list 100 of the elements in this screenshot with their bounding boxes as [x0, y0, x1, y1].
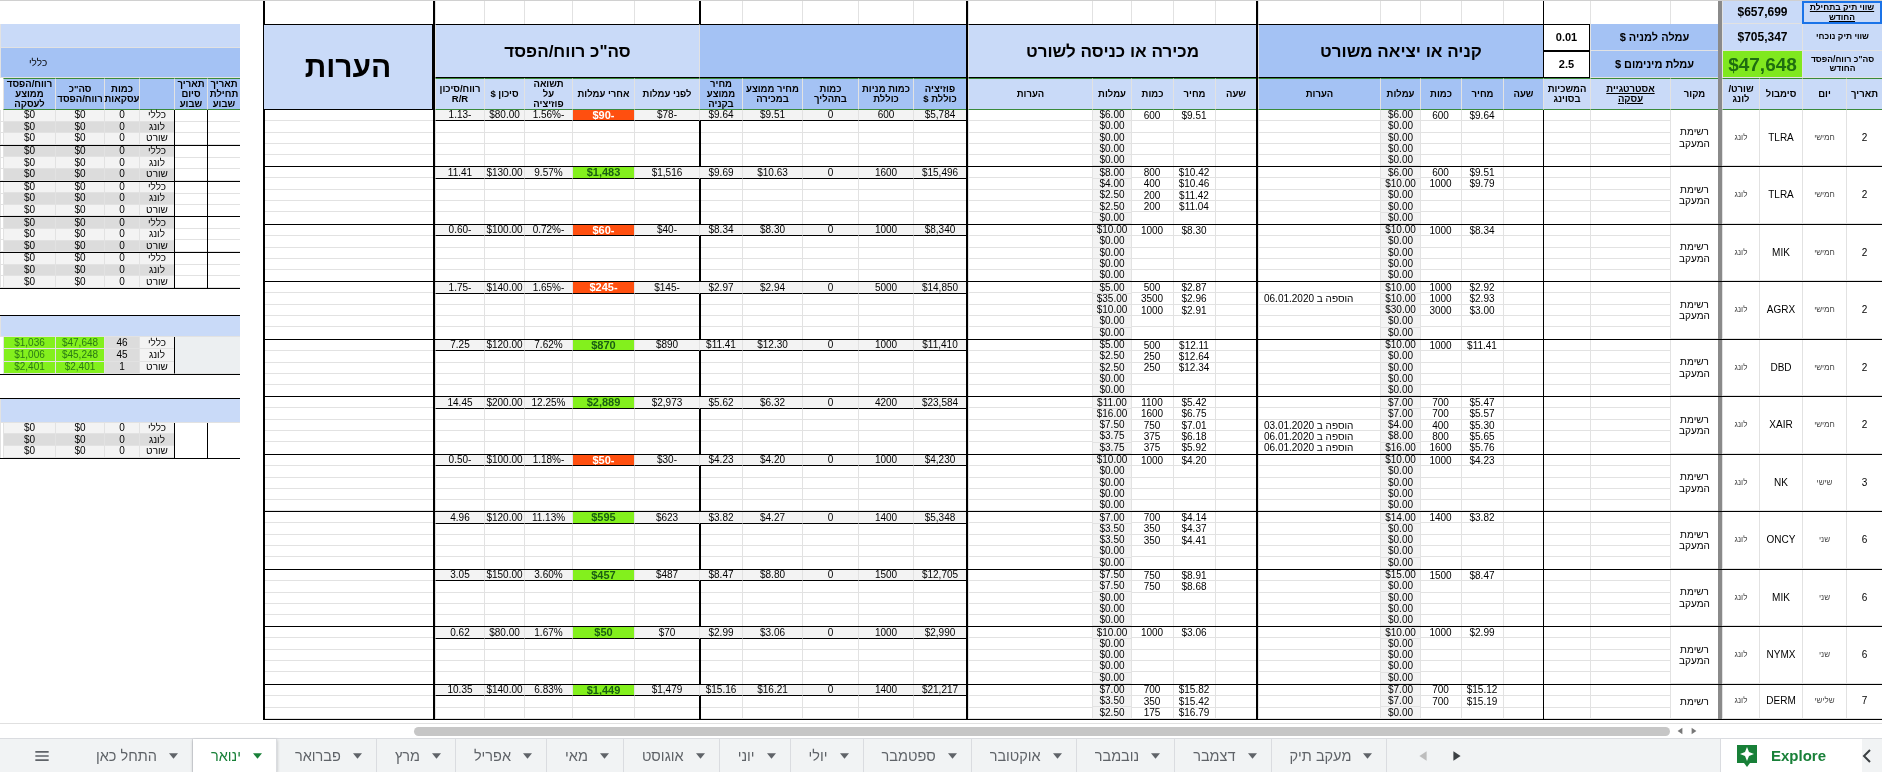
- table-cell-text: $4.14: [1180, 512, 1208, 524]
- sheet-tab[interactable]: ינואר: [192, 739, 277, 772]
- table-cell: $10.00: [1092, 305, 1131, 317]
- table-cell: $0.00: [1380, 201, 1420, 213]
- table-cell: 0: [802, 684, 858, 697]
- table-cell-text: $12.64: [1177, 351, 1211, 363]
- table-cell: $21,217: [913, 684, 966, 697]
- table-cell: 1400: [858, 684, 913, 697]
- sheet-tab[interactable]: נובמבר: [1076, 739, 1176, 772]
- chevron-left-icon[interactable]: [1862, 747, 1872, 764]
- sheet-tab[interactable]: מרץ: [376, 739, 456, 772]
- table-cell: $0.00: [1092, 638, 1131, 650]
- table-cell: $23,584: [913, 397, 966, 409]
- table-cell-text: $9.79: [1468, 178, 1496, 191]
- table-cell-text: 800: [1431, 431, 1450, 443]
- table-cell-text: 1500: [1428, 569, 1453, 582]
- sheet-tab[interactable]: אפריל: [455, 739, 548, 772]
- table-cell: $0.00: [1380, 362, 1420, 374]
- table-cell: 5000: [858, 282, 913, 294]
- scroll-right-icon[interactable]: [1690, 727, 1698, 736]
- table-cell-text: $5.47: [1468, 397, 1496, 409]
- table-cell: 0: [104, 157, 139, 169]
- table-cell: $0: [3, 145, 55, 158]
- table-cell: $0.00: [1092, 236, 1131, 248]
- table-cell-text: 700: [1431, 696, 1450, 708]
- sheet-tab[interactable]: ספטמבר: [863, 739, 972, 772]
- column-header: תאריך תחילת שבוע: [207, 78, 240, 110]
- table-cell: כללי: [139, 145, 174, 158]
- table-cell-text: 350: [1142, 523, 1162, 535]
- sheet-tab[interactable]: אוגוסט: [623, 739, 720, 772]
- caret-icon[interactable]: [766, 752, 776, 759]
- table-cell: $0.00: [1380, 477, 1420, 489]
- table-cell: $8.30: [742, 224, 802, 237]
- table-cell-text: 750: [1142, 581, 1162, 593]
- table-cell: $0.00: [1380, 707, 1420, 719]
- scroll-left-icon[interactable]: [1676, 727, 1684, 736]
- table-cell: $8.00: [1092, 167, 1131, 179]
- sheet-tab[interactable]: התחל כאן: [78, 739, 193, 772]
- sheet-tab[interactable]: מעקב תיק: [1271, 739, 1388, 772]
- caret-icon[interactable]: [1247, 752, 1257, 759]
- table-cell: $5,784: [913, 110, 966, 122]
- caret-icon[interactable]: [253, 752, 262, 759]
- table-cell: 1.75-: [435, 282, 484, 294]
- caret-icon[interactable]: [352, 752, 362, 759]
- table-cell: $0.00: [1092, 466, 1131, 478]
- table-cell: $130.00: [484, 167, 524, 179]
- column-header: כמות: [1131, 78, 1173, 110]
- caret-icon[interactable]: [599, 752, 609, 759]
- caret-icon[interactable]: [947, 752, 957, 759]
- table-cell: $0: [55, 110, 104, 122]
- caret-icon[interactable]: [1052, 752, 1062, 759]
- table-cell-text: 500: [1142, 339, 1162, 352]
- caret-icon[interactable]: [431, 752, 441, 759]
- table-cell: כללי: [139, 181, 174, 194]
- table-cell: $0.00: [1380, 236, 1420, 248]
- table-cell: $1,516: [634, 167, 699, 179]
- sheet-tab[interactable]: מאי: [547, 739, 624, 772]
- table-cell-text: 600: [1431, 110, 1450, 122]
- table-cell: $0.00: [1092, 557, 1131, 569]
- table-cell-text: 1000: [1428, 224, 1453, 237]
- table-cell: 1.65%-: [524, 282, 572, 294]
- table-cell: $2.97: [699, 282, 742, 294]
- table-cell: $0.00: [1092, 385, 1131, 397]
- caret-icon[interactable]: [695, 752, 705, 759]
- caret-icon[interactable]: [839, 752, 849, 759]
- table-cell: לונג: [139, 157, 174, 169]
- table-cell-text: 1000: [1428, 178, 1453, 191]
- table-cell: $0.00: [1092, 477, 1131, 489]
- table-cell: $15.16: [699, 684, 742, 697]
- caret-icon[interactable]: [1151, 752, 1161, 759]
- table-cell-text: 1000: [1428, 339, 1453, 352]
- explore-button[interactable]: Explore: [1719, 739, 1862, 772]
- table-cell: 0: [802, 454, 858, 467]
- table-cell: $2,889: [572, 397, 634, 409]
- fee-label: עמלת מינימום $: [1590, 51, 1718, 78]
- sheet-tab[interactable]: יוני: [719, 739, 791, 772]
- table-cell: $6.32: [742, 397, 802, 409]
- table-cell: $2.50: [1092, 707, 1131, 719]
- table-title: כללי: [0, 48, 240, 78]
- sheet-tab[interactable]: יולי: [790, 739, 864, 772]
- table-cell: $0.00: [1380, 638, 1420, 650]
- sheet-tab[interactable]: דצמבר: [1175, 739, 1272, 772]
- scrollbar-thumb[interactable]: [414, 726, 1670, 736]
- explore-icon[interactable]: [1734, 742, 1759, 769]
- table-cell: $2.94: [742, 282, 802, 294]
- table-cell: $8.00: [1380, 431, 1420, 443]
- caret-icon[interactable]: [523, 752, 533, 759]
- column-header: מחיר ממוצע בקניה: [699, 78, 742, 110]
- table-cell: $0: [3, 434, 55, 446]
- summary-value: $47,648: [1722, 51, 1802, 78]
- caret-icon[interactable]: [1363, 752, 1373, 759]
- summary-value: $705,347: [1722, 24, 1802, 51]
- table-cell: $60-: [572, 224, 634, 237]
- table-cell-text: $10.46: [1177, 178, 1211, 191]
- table-cell-text: 750: [1142, 569, 1162, 582]
- table-cell: כללי: [139, 110, 174, 122]
- table-cell: $3.82: [699, 512, 742, 524]
- caret-icon[interactable]: [168, 752, 178, 759]
- sheet-tab[interactable]: אוקטובר: [971, 739, 1077, 772]
- column-header: הערות: [1258, 78, 1380, 110]
